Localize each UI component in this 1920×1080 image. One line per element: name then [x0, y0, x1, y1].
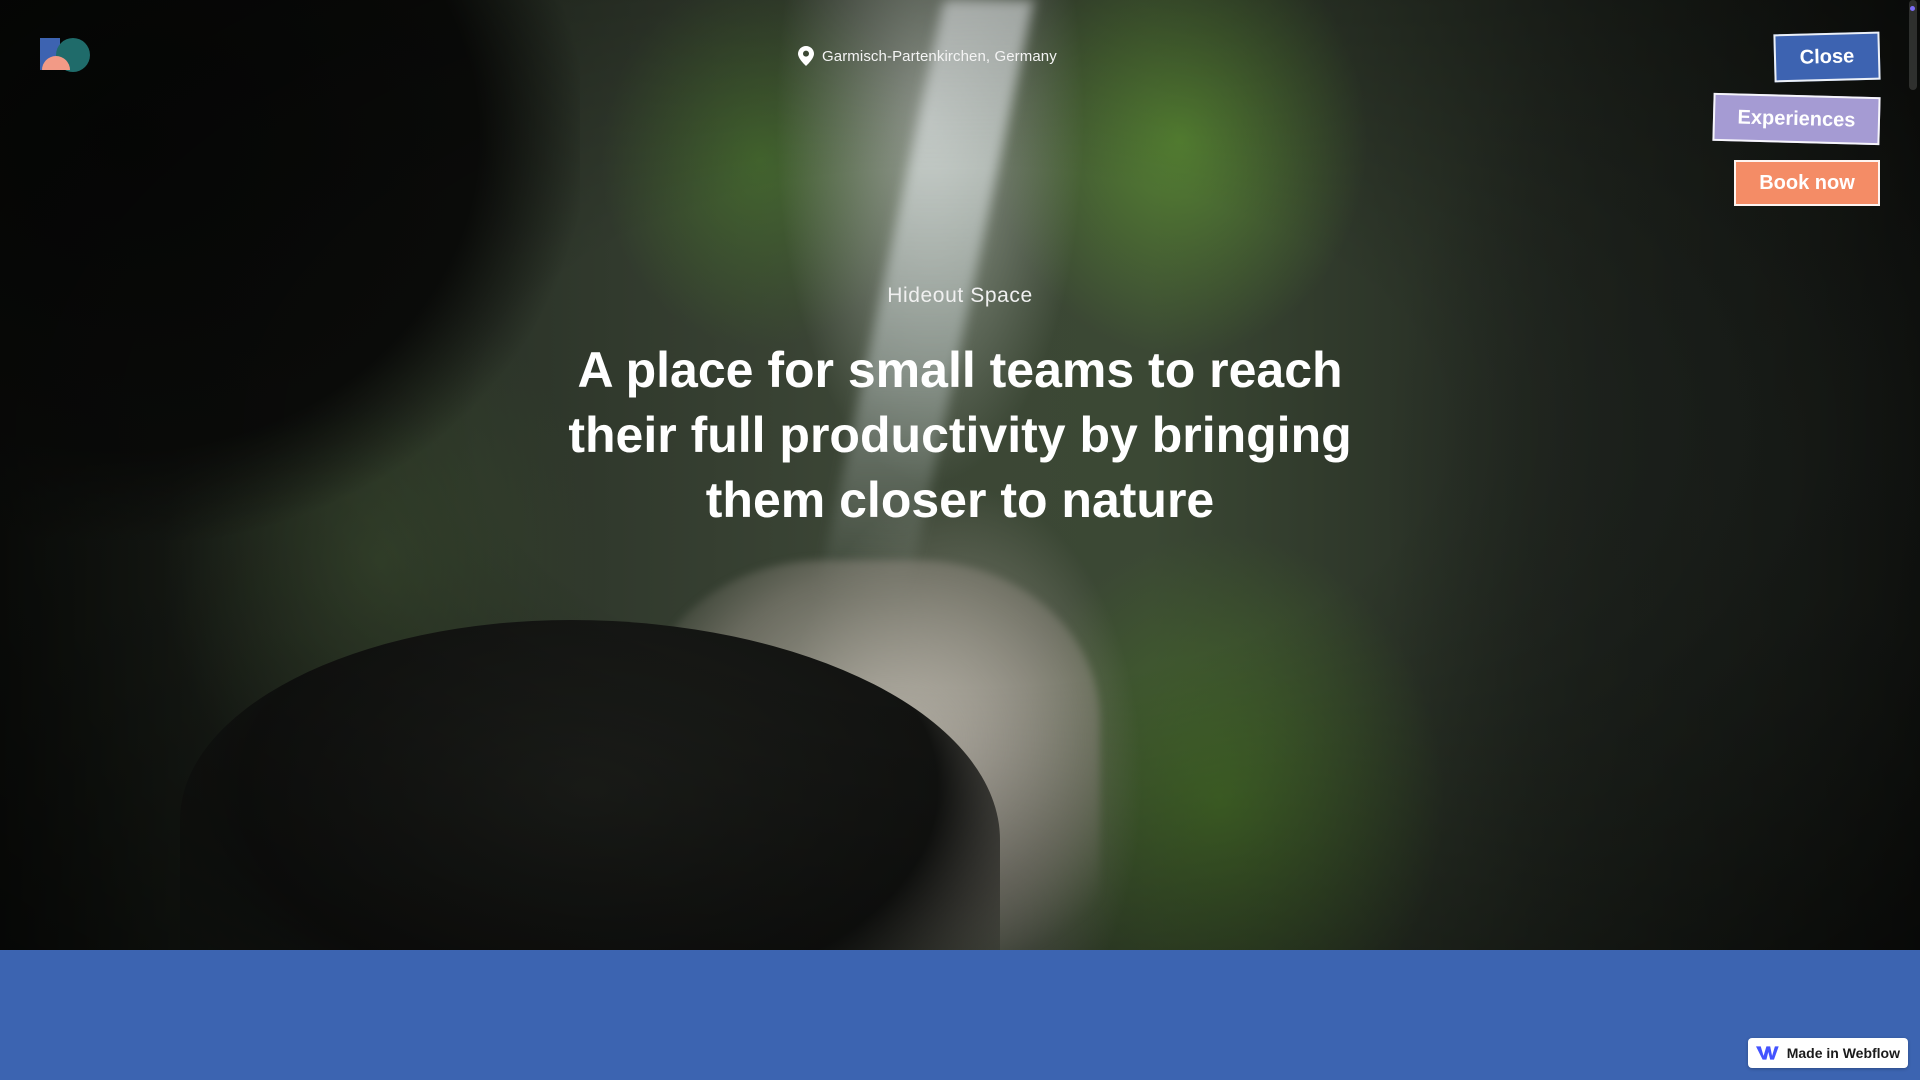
hero-tagline: Hideout Space	[887, 284, 1033, 307]
brand-logo-icon[interactable]	[40, 38, 92, 74]
close-button[interactable]: Close	[1773, 31, 1881, 83]
experiences-button[interactable]: Experiences	[1712, 92, 1881, 146]
scroll-position-dot	[1910, 6, 1915, 11]
map-pin-icon	[798, 46, 814, 66]
location-text: Garmisch-Partenkirchen, Germany	[822, 47, 1057, 65]
hero-headline: A place for small teams to reach their f…	[568, 342, 1352, 528]
badge-label: Made in Webflow	[1786, 1045, 1900, 1061]
made-in-webflow-badge[interactable]: Made in Webflow	[1748, 1038, 1908, 1068]
book-now-button[interactable]: Book now	[1734, 160, 1880, 206]
scrollbar[interactable]	[1909, 0, 1917, 90]
location-label: Garmisch-Partenkirchen, Germany	[798, 46, 1057, 66]
section-band	[0, 950, 1920, 1080]
webflow-icon	[1756, 1046, 1779, 1060]
